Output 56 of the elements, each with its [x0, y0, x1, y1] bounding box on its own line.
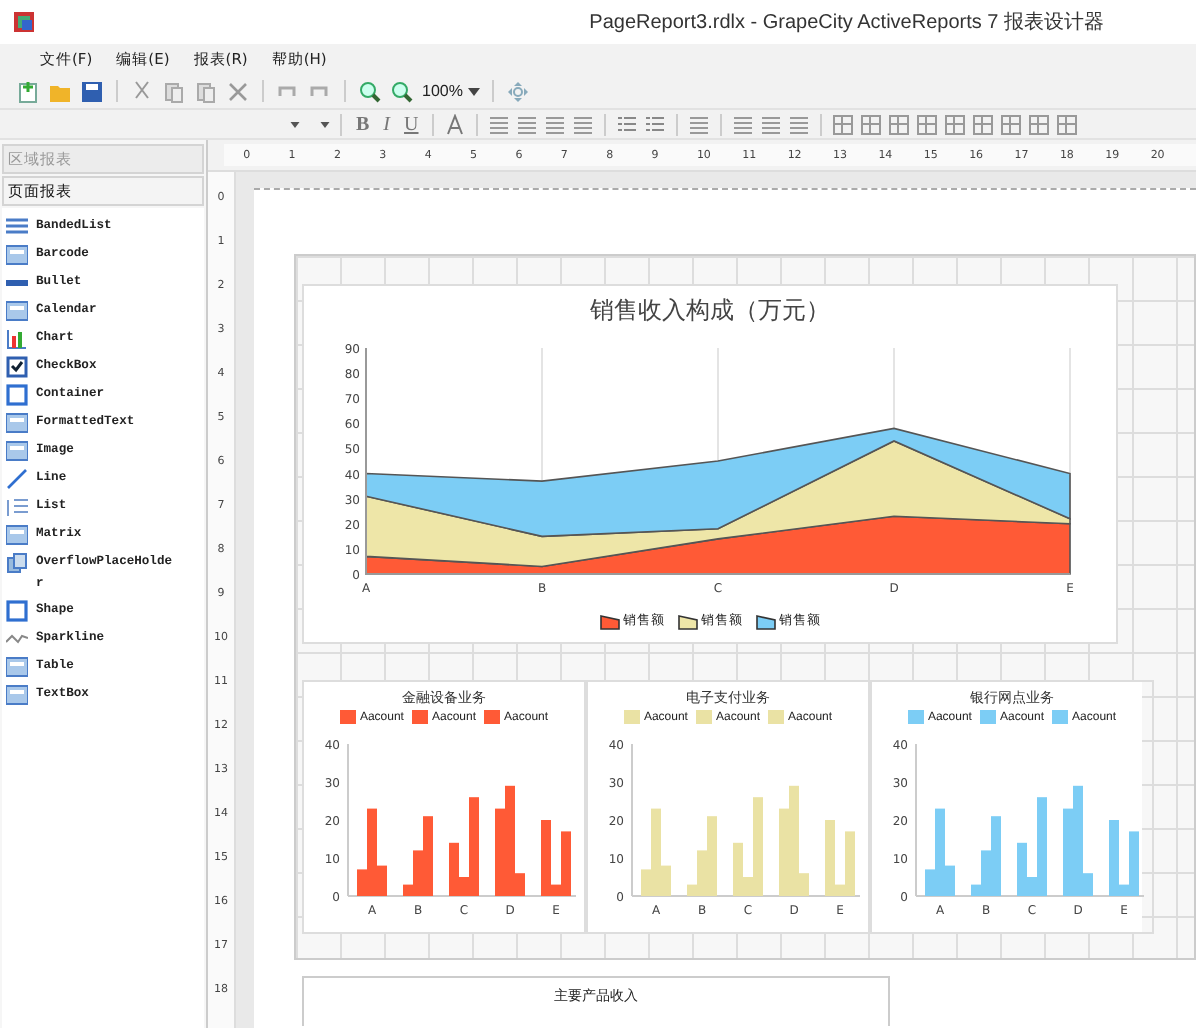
align-icon[interactable]	[788, 113, 811, 135]
legend-swatch	[339, 710, 356, 724]
legend-swatch	[1052, 710, 1069, 724]
layout-icon[interactable]	[888, 113, 911, 135]
window-title: PageReport3.rdlx - GrapeCity ActiveReports 7 报表设计器	[589, 9, 1104, 36]
align-icon[interactable]	[760, 113, 783, 135]
zoom-out-icon[interactable]	[390, 79, 414, 103]
line-icon	[6, 468, 28, 490]
underline-button[interactable]: U	[400, 113, 423, 135]
delete-icon[interactable]	[226, 79, 250, 103]
legend-swatch	[411, 710, 428, 724]
caret-icon	[290, 121, 300, 127]
list-icon[interactable]	[644, 113, 667, 135]
save-icon[interactable]	[80, 79, 104, 103]
caret-icon	[320, 121, 330, 127]
legend-swatch	[907, 710, 924, 724]
align-icon[interactable]	[516, 113, 539, 135]
bold-button[interactable]: B	[352, 113, 374, 135]
stack-icon	[6, 552, 28, 574]
align-icon[interactable]	[488, 113, 511, 135]
chart-title: 销售收入构成（万元）	[590, 294, 830, 328]
legend-swatch	[979, 710, 996, 724]
align-icon[interactable]	[572, 113, 595, 135]
copy-icon[interactable]	[162, 79, 186, 103]
zoom-dropdown[interactable]: 100%	[422, 82, 481, 100]
legend-swatch-icon	[599, 613, 619, 629]
zoom-in-icon[interactable]	[358, 79, 382, 103]
legend-swatch	[623, 710, 640, 724]
legend-swatch-icon	[677, 613, 697, 629]
layout-icon[interactable]	[860, 113, 883, 135]
layout-icon[interactable]	[1000, 113, 1023, 135]
font-color-icon[interactable]	[444, 113, 467, 135]
layout-icon[interactable]	[1028, 113, 1051, 135]
app-icon	[12, 10, 36, 34]
legend-swatch-icon	[755, 613, 775, 629]
indent-icon[interactable]	[688, 113, 711, 135]
layout-icon[interactable]	[1056, 113, 1079, 135]
legend-swatch	[768, 710, 785, 724]
caret-icon	[468, 87, 481, 95]
move-icon[interactable]	[506, 79, 531, 103]
lines-icon	[6, 216, 28, 238]
list-icon[interactable]	[616, 113, 639, 135]
legend-swatch	[695, 710, 712, 724]
legend-swatch	[484, 710, 501, 724]
align-icon[interactable]	[544, 113, 567, 135]
layout-icon[interactable]	[972, 113, 995, 135]
paste-icon[interactable]	[194, 79, 218, 103]
layout-icon[interactable]	[916, 113, 939, 135]
new-icon[interactable]	[16, 79, 40, 103]
italic-button[interactable]: I	[379, 113, 395, 135]
align-icon[interactable]	[732, 113, 755, 135]
chart-icon	[6, 328, 28, 350]
layout-icon[interactable]	[832, 113, 855, 135]
list-icon	[6, 496, 28, 518]
cut-icon[interactable]	[130, 79, 154, 103]
layout-icon[interactable]	[944, 113, 967, 135]
